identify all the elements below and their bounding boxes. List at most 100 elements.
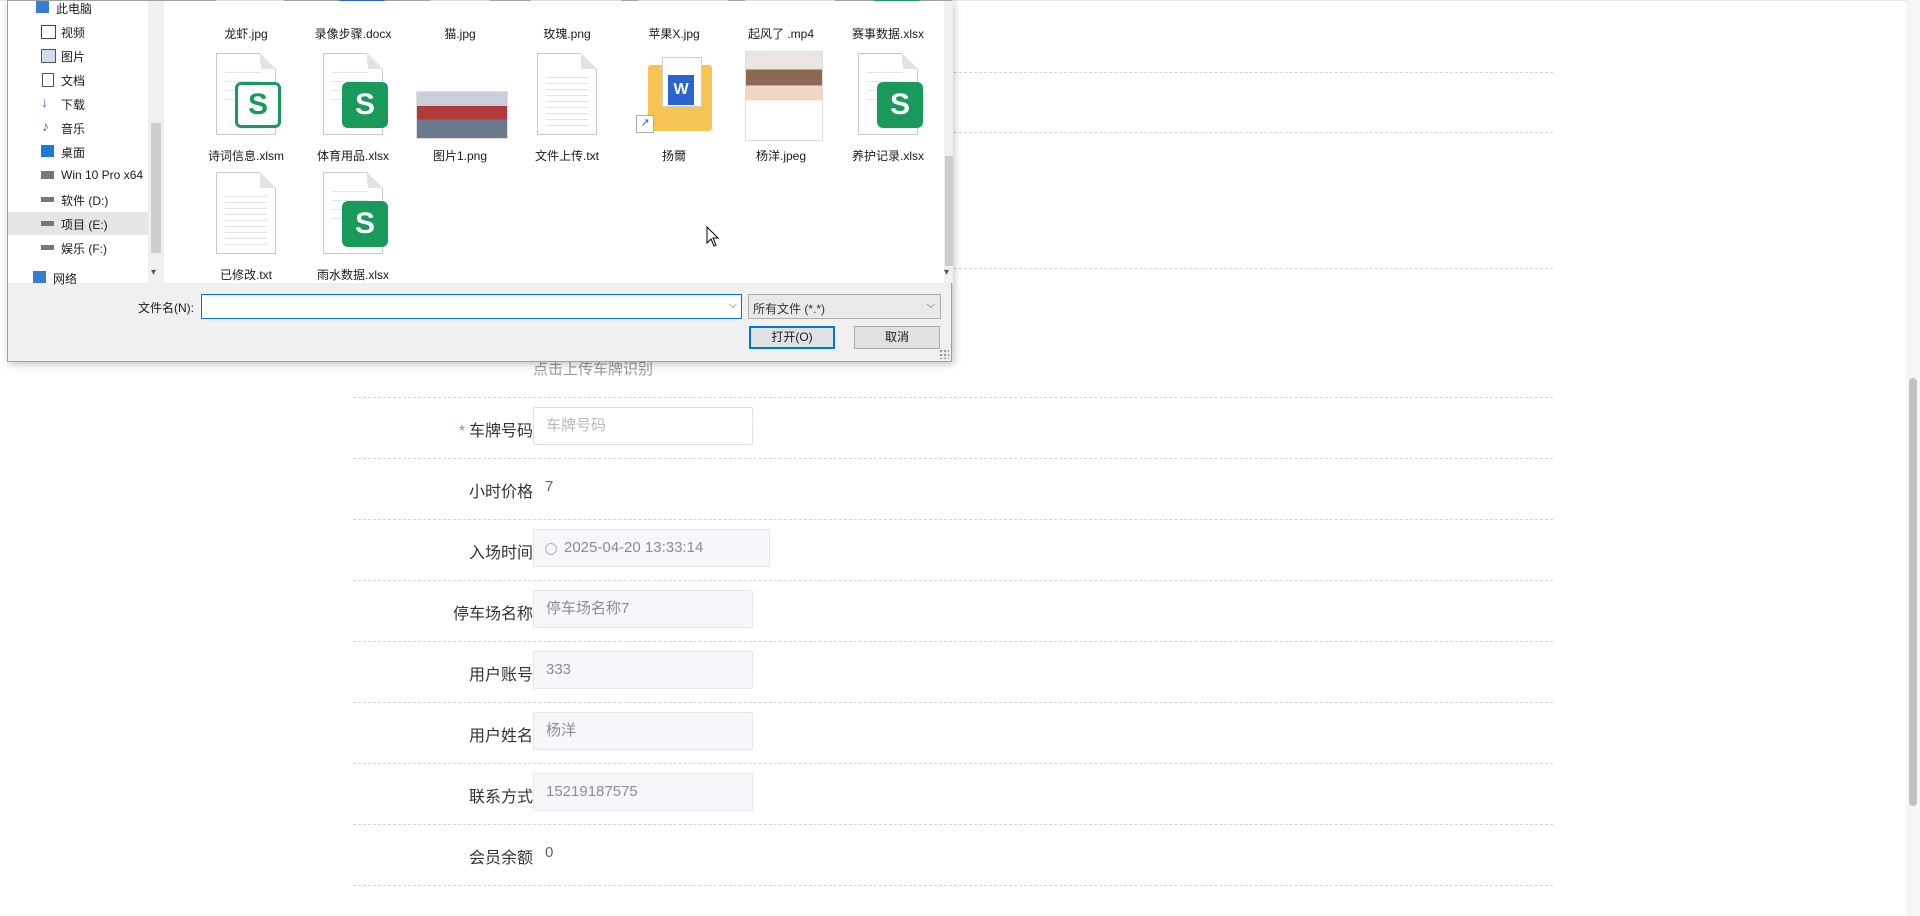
- music-icon: ♪: [42, 118, 49, 134]
- entry-time-row: 入场时间 2025-04-20 13:33:14: [353, 519, 1553, 580]
- nav-item-documents[interactable]: 文档: [8, 68, 148, 91]
- computer-icon: [36, 1, 49, 13]
- picture-icon: [41, 49, 56, 63]
- file-item[interactable]: 已修改.txt: [194, 170, 294, 288]
- text-file-icon: [531, 51, 603, 141]
- parking-lot-label: 停车场名称: [452, 606, 533, 623]
- page-scrollbar[interactable]: [1906, 0, 1920, 916]
- user-name-input[interactable]: 杨洋: [533, 712, 753, 750]
- divider: [353, 885, 1553, 886]
- nav-item-downloads[interactable]: ↓ 下载: [8, 92, 148, 115]
- contact-row: 联系方式 15219187575: [353, 763, 1553, 824]
- file-name: 录像步骤.docx: [314, 27, 392, 41]
- file-name: 赛事数据.xlsx: [851, 27, 924, 41]
- file-name: 文件上传.txt: [534, 149, 599, 163]
- file-name: 扬爾: [661, 149, 686, 163]
- word-file-icon: [317, 0, 389, 21]
- filetype-select[interactable]: 所有文件 (*.*) ⌵: [748, 294, 941, 319]
- document-icon: [42, 73, 54, 87]
- divider: [353, 641, 1553, 642]
- contact-label: 联系方式: [468, 789, 533, 806]
- open-button[interactable]: 打开(O): [749, 326, 835, 349]
- image-thumbnail: [416, 51, 508, 141]
- nav-scrollbar[interactable]: ▾: [148, 1, 164, 283]
- nav-item-pictures[interactable]: 图片: [8, 44, 148, 67]
- file-item[interactable]: S 诗词信息.xlsm: [194, 51, 294, 169]
- user-account-input[interactable]: 333: [533, 651, 753, 689]
- file-item[interactable]: 图片1.png: [408, 51, 508, 169]
- file-name: 已修改.txt: [219, 268, 272, 282]
- user-account-label: 用户账号: [468, 667, 533, 684]
- entry-time-input[interactable]: 2025-04-20 13:33:14: [533, 529, 770, 567]
- file-item[interactable]: S 养护记录.xlsx: [836, 51, 936, 169]
- contact-input[interactable]: 15219187575: [533, 773, 753, 811]
- file-name: 雨水数据.xlsx: [316, 268, 389, 282]
- balance-label: 会员余额: [468, 850, 533, 867]
- drive-icon: [41, 171, 54, 179]
- user-name-row: 用户姓名 杨洋: [353, 702, 1553, 763]
- cancel-button[interactable]: 取消: [854, 326, 940, 349]
- parking-lot-row: 停车场名称 停车场名称7: [353, 580, 1553, 641]
- chevron-down-icon[interactable]: ▾: [151, 267, 156, 278]
- file-item[interactable]: S 雨水数据.xlsx: [301, 170, 401, 288]
- nav-item-videos[interactable]: 视频: [8, 20, 148, 43]
- nav-item-drive-c[interactable]: Win 10 Pro x64: [8, 164, 148, 187]
- parking-lot-input[interactable]: 停车场名称7: [533, 590, 753, 628]
- file-item[interactable]: S 体育用品.xlsx: [301, 51, 401, 169]
- excel-file-icon: [852, 0, 924, 21]
- user-name-label: 用户姓名: [468, 728, 533, 745]
- excel-file-icon: S: [852, 51, 924, 141]
- file-item[interactable]: W ↗ 扬爾: [622, 51, 722, 169]
- nav-scrollbar-thumb[interactable]: [151, 123, 161, 253]
- drive-icon: [41, 221, 54, 226]
- nav-item-this-pc[interactable]: 此电脑: [28, 0, 168, 19]
- image-thumbnail: [424, 0, 496, 21]
- chevron-down-icon[interactable]: ▾: [944, 267, 949, 278]
- balance-value: 0: [545, 844, 554, 861]
- drive-icon: [41, 245, 54, 250]
- nav-item-drive-e[interactable]: 项目 (E:): [8, 212, 148, 235]
- file-name: 苹果X.jpg: [648, 27, 700, 41]
- image-thumbnail: [210, 0, 284, 21]
- excel-file-icon: S: [317, 51, 389, 141]
- nav-item-desktop[interactable]: 桌面: [8, 140, 148, 163]
- text-file-icon: [210, 170, 282, 260]
- filename-input[interactable]: ⌵: [201, 294, 742, 319]
- folder-shortcut-icon: W ↗: [636, 51, 712, 141]
- desktop-icon: [41, 145, 54, 157]
- divider: [353, 580, 1553, 581]
- balance-row: 会员余额 0: [353, 824, 1553, 885]
- chevron-down-icon[interactable]: ⌵: [729, 299, 737, 312]
- file-item[interactable]: 文件上传.txt: [515, 51, 615, 169]
- divider: [353, 458, 1553, 459]
- entry-time-label: 入场时间: [468, 545, 533, 562]
- plate-number-input[interactable]: 车牌号码: [533, 407, 753, 445]
- file-open-dialog: 此电脑 视频 图片 文档 ↓ 下载 ♪ 音乐 桌面 Win 10 Pro x64 软…: [7, 0, 953, 362]
- file-list-scrollbar[interactable]: ▾: [944, 1, 953, 283]
- divider: [353, 519, 1553, 520]
- plate-number-row: * 车牌号码 车牌号码: [353, 397, 1553, 458]
- file-name: 猫.jpg: [444, 27, 476, 41]
- image-thumbnail: [638, 0, 728, 21]
- nav-item-drive-f[interactable]: 娱乐 (F:): [8, 236, 148, 259]
- divider: [353, 702, 1553, 703]
- image-thumbnail: [531, 0, 621, 21]
- navigation-pane: 此电脑 视频 图片 文档 ↓ 下载 ♪ 音乐 桌面 Win 10 Pro x64 软…: [8, 1, 164, 286]
- chevron-down-icon: ⌵: [926, 299, 935, 311]
- divider: [353, 824, 1553, 825]
- file-name: 杨洋.jpeg: [755, 149, 807, 163]
- divider: [353, 763, 1553, 764]
- file-name: 养护记录.xlsx: [851, 149, 924, 163]
- file-list-scrollbar-thumb[interactable]: [945, 156, 953, 266]
- file-name: 诗词信息.xlsm: [208, 149, 284, 163]
- mouse-cursor-icon: [706, 226, 720, 247]
- plate-number-label: * 车牌号码: [458, 423, 533, 440]
- image-thumbnail: [745, 51, 823, 141]
- nav-item-network[interactable]: 网络: [8, 266, 148, 289]
- nav-item-music[interactable]: ♪ 音乐: [8, 116, 148, 139]
- nav-item-drive-d[interactable]: 软件 (D:): [8, 188, 148, 211]
- resize-grip-icon[interactable]: [939, 349, 949, 359]
- file-item[interactable]: 杨洋.jpeg: [729, 51, 829, 169]
- file-name: 体育用品.xlsx: [316, 149, 389, 163]
- page-scrollbar-thumb[interactable]: [1909, 378, 1917, 806]
